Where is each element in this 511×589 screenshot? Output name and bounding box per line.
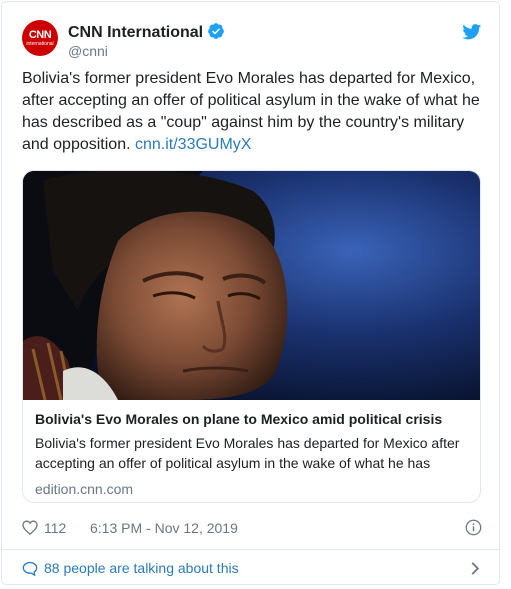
tweet-timestamp[interactable]: 6:13 PM - Nov 12, 2019 bbox=[90, 520, 238, 536]
tweet-meta: 112 6:13 PM - Nov 12, 2019 bbox=[22, 517, 482, 539]
tweet-header: CNN international CNN International @cnn… bbox=[22, 20, 482, 60]
conversation-link[interactable]: 88 people are talking about this bbox=[22, 558, 482, 580]
card-body: Bolivia's Evo Morales on plane to Mexico… bbox=[35, 409, 470, 499]
card-domain: edition.cnn.com bbox=[35, 481, 134, 497]
like-count[interactable]: 112 bbox=[44, 520, 66, 536]
card-title[interactable]: Bolivia's Evo Morales on plane to Mexico… bbox=[35, 409, 470, 429]
card-description: Bolivia's former president Evo Morales h… bbox=[35, 435, 460, 471]
speech-bubble-icon bbox=[22, 561, 38, 576]
tweet-text: Bolivia's former president Evo Morales h… bbox=[22, 68, 482, 156]
twitter-bird-icon[interactable] bbox=[462, 24, 482, 40]
embedded-tweet: CNN international CNN International @cnn… bbox=[1, 1, 500, 585]
avatar[interactable]: CNN international bbox=[22, 20, 58, 56]
divider bbox=[3, 549, 500, 550]
link-card[interactable]: Bolivia's Evo Morales on plane to Mexico… bbox=[22, 170, 481, 503]
card-image[interactable] bbox=[23, 171, 480, 400]
author-display-name[interactable]: CNN International bbox=[68, 24, 203, 41]
author-handle[interactable]: @cnni bbox=[68, 42, 225, 60]
card-photo bbox=[23, 171, 480, 400]
avatar-logo-text: CNN bbox=[28, 29, 52, 41]
tweet-link[interactable]: cnn.it/33GUMyX bbox=[135, 136, 251, 153]
chevron-right-icon[interactable] bbox=[470, 561, 480, 576]
avatar-logo-subtext: international bbox=[26, 41, 54, 47]
info-icon[interactable] bbox=[465, 519, 482, 536]
verified-badge-icon bbox=[208, 23, 224, 39]
heart-icon[interactable] bbox=[22, 520, 38, 535]
talking-count-text[interactable]: 88 people are talking about this bbox=[44, 560, 239, 576]
author-info[interactable]: CNN International @cnni bbox=[68, 22, 225, 60]
